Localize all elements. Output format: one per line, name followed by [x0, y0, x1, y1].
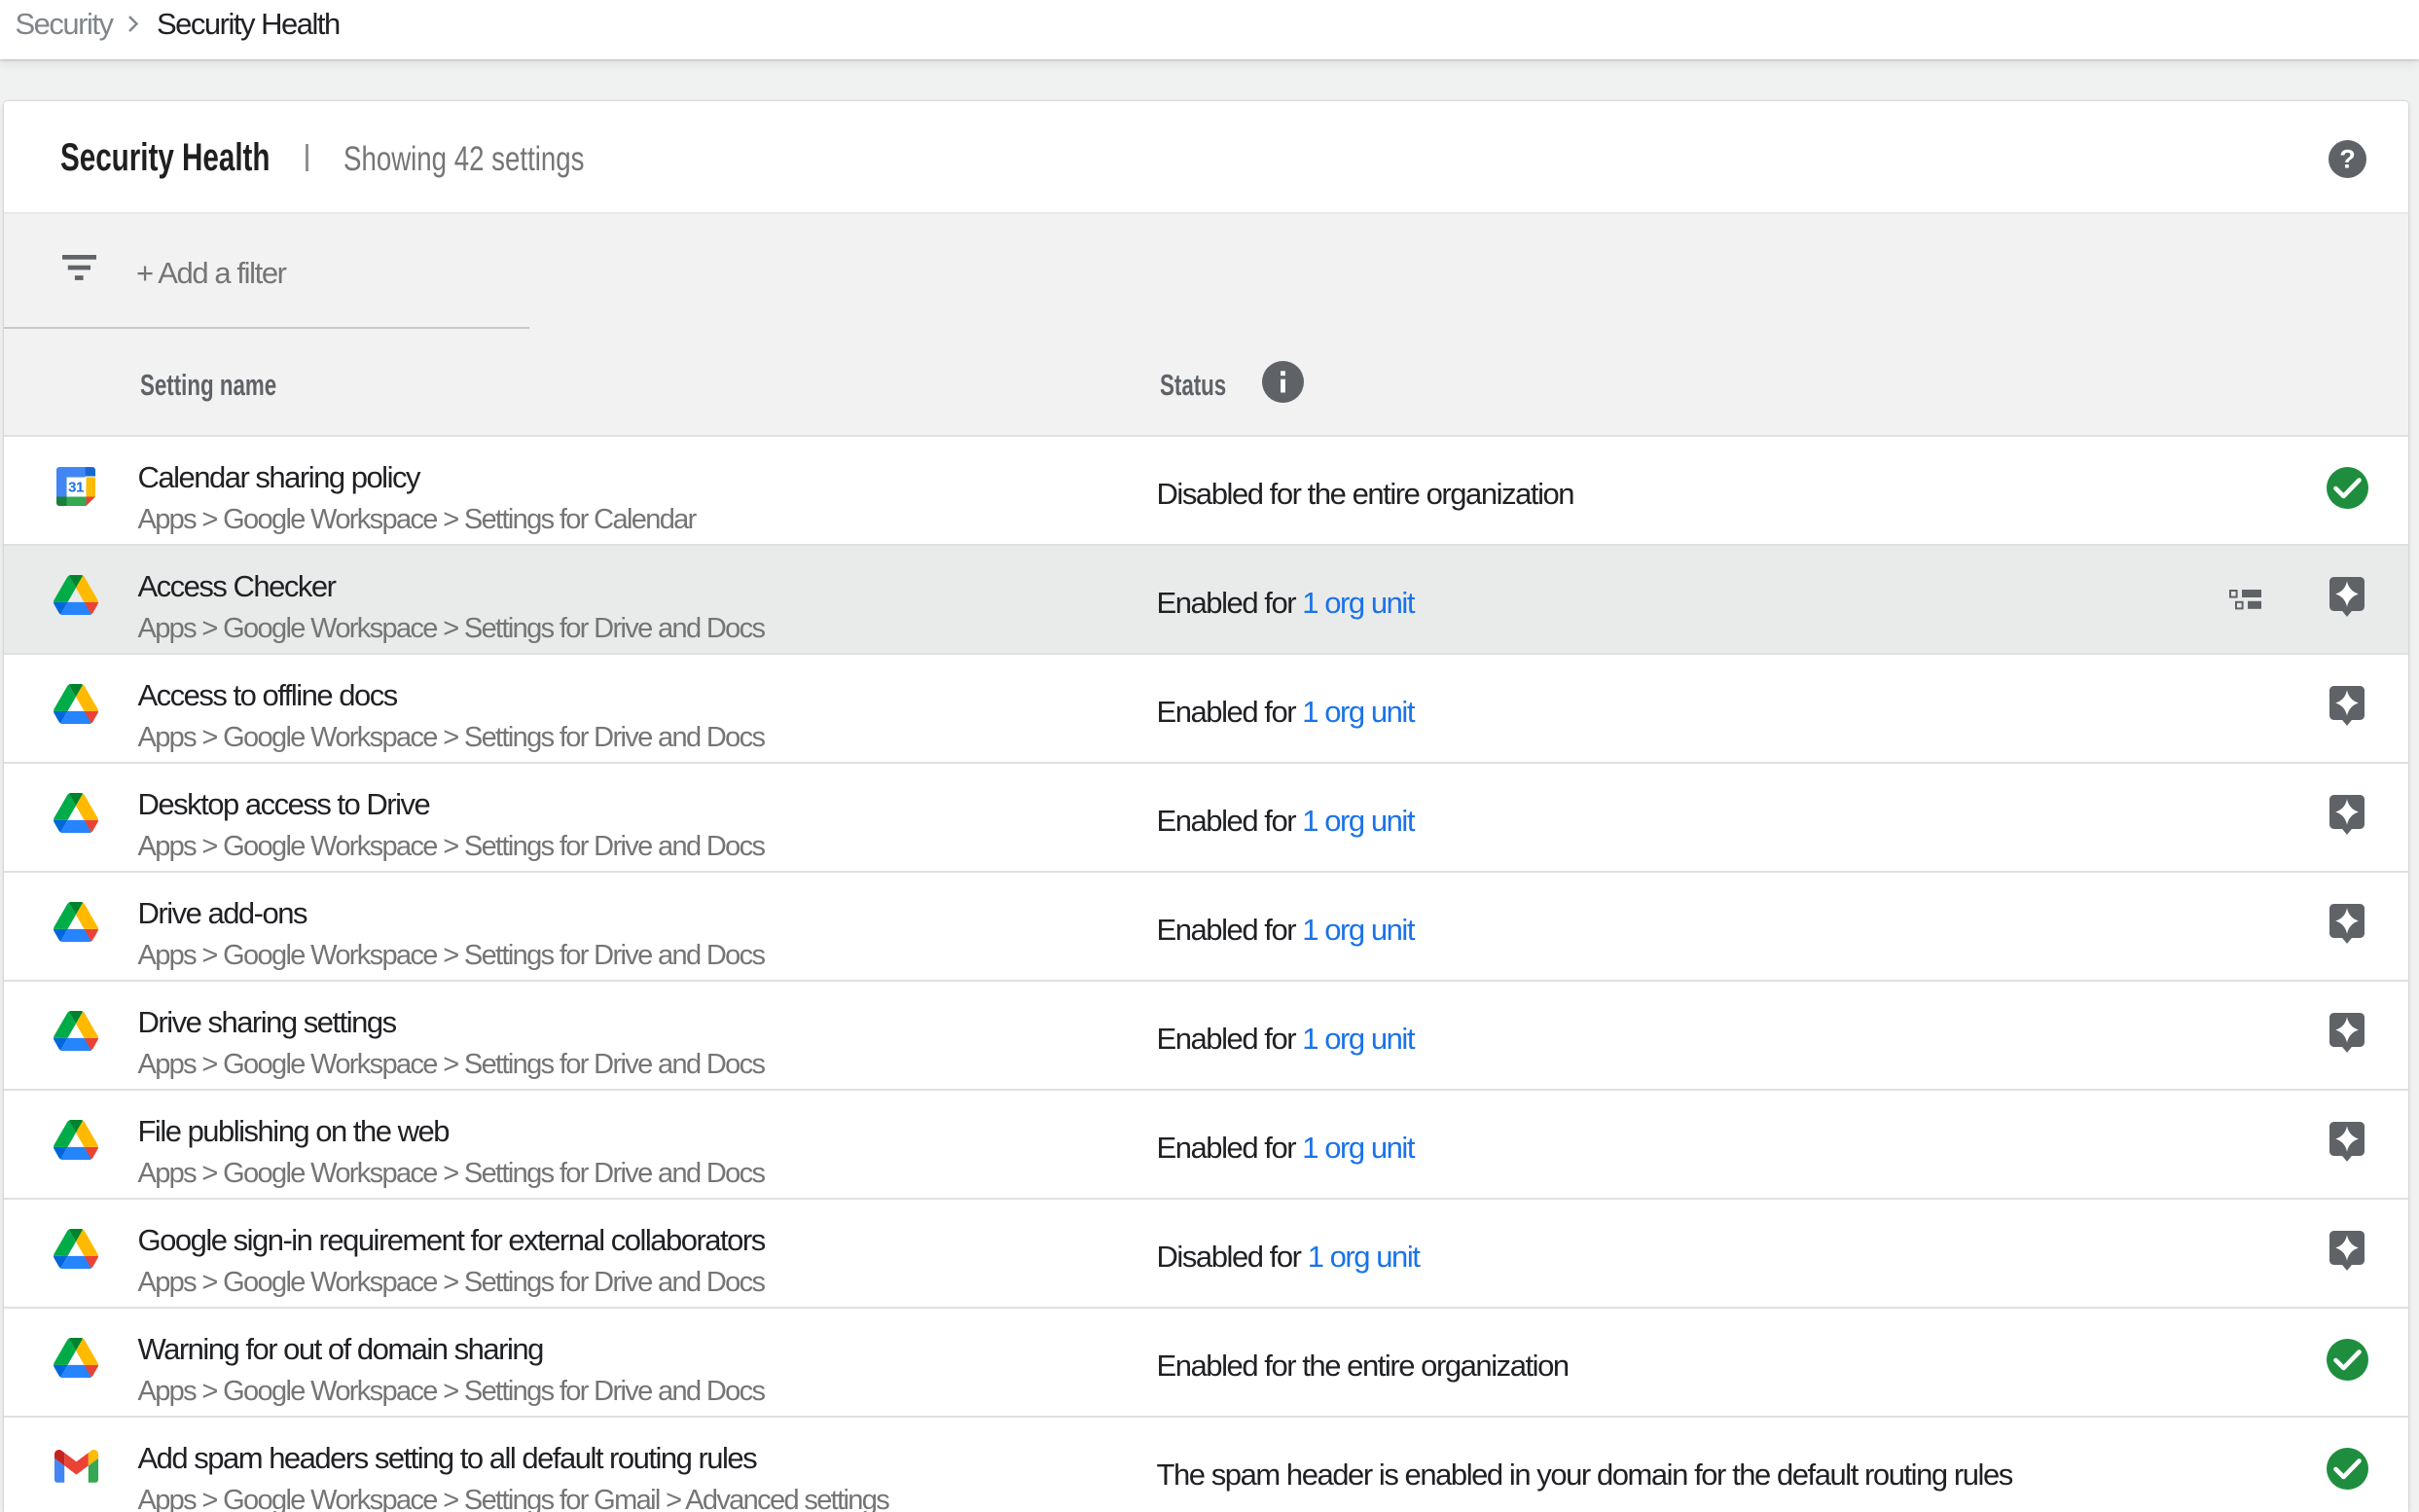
svg-text:31: 31	[68, 479, 85, 495]
svg-text:?: ?	[2339, 144, 2356, 173]
